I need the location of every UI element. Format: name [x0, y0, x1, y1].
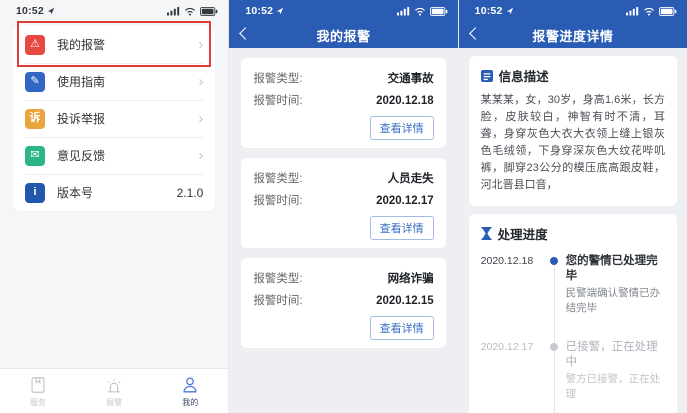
signal-icon — [625, 6, 639, 16]
menu-item-label: 使用指南 — [57, 75, 106, 89]
signal-icon — [396, 6, 410, 16]
tab-mine[interactable]: 我的 — [152, 369, 228, 413]
wifi-icon — [184, 7, 196, 16]
view-details-button[interactable]: 查看详情 — [369, 116, 434, 140]
app-header: 10:52 报警进度详情 — [458, 0, 687, 48]
status-time: 10:52 — [474, 5, 503, 17]
tab-label: 报警 — [106, 397, 123, 407]
tab-report[interactable]: 报警 — [76, 369, 152, 413]
screen-report-progress: 10:52 报警进度详情 信息描述 某某某，女，30岁，身高1.6米，长方脸，皮… — [457, 0, 687, 413]
info-description-panel: 信息描述 某某某，女，30岁，身高1.6米，长方脸，皮肤较白，神智有时不清，耳聋… — [468, 56, 677, 206]
report-type-value: 交通事故 — [387, 73, 434, 85]
report-time-value: 2020.12.17 — [376, 195, 434, 207]
menu-item-version: i 版本号 2.1.0 — [13, 174, 215, 211]
complaint-character-icon: 诉 — [25, 108, 45, 129]
timeline-title: 您的警情已处理完毕 — [565, 255, 658, 282]
menu-item-label: 版本号 — [57, 186, 94, 200]
menu-item-feedback[interactable]: ✉ 意见反馈 › — [13, 137, 215, 174]
timeline-entry: 2020.12.18 您的警情已处理完毕 民警端确认警情已办结完毕 — [481, 254, 665, 316]
status-bar: 10:52 — [0, 0, 228, 22]
screen-my-reports: 10:52 我的报警 报警类型: 交通事故 报警时间: 2020.12.18 查… — [228, 0, 458, 413]
report-type-label: 报警类型: — [253, 73, 303, 85]
alert-triangle-icon: ⚠ — [25, 34, 45, 55]
nav-bar: 我的报警 — [229, 22, 457, 48]
timeline-entry: 2020.12.17 已接警，正在处理中 警方已接警，正在处理 — [481, 340, 665, 402]
envelope-icon: ✉ — [25, 145, 45, 166]
timeline-date: 2020.12.18 — [480, 255, 534, 267]
page-title: 报警进度详情 — [532, 28, 614, 44]
page-title: 我的报警 — [316, 28, 371, 44]
menu-item-label: 我的报警 — [57, 38, 106, 52]
version-number: 2.1.0 — [176, 185, 204, 200]
timeline-date: 2020.12.17 — [480, 341, 534, 353]
menu-item-label: 意见反馈 — [57, 149, 106, 163]
report-card: 报警类型: 人员走失 报警时间: 2020.12.17 查看详情 — [241, 158, 446, 248]
report-time-label: 报警时间: — [253, 95, 303, 107]
chevron-right-icon: › — [198, 73, 204, 90]
person-icon — [180, 375, 200, 395]
battery-icon — [200, 6, 218, 16]
screen-profile-menu: 10:52 ⚠ 我的报警 › ✎ 使用指南 › 诉 投诉举报 › ✉ 意见反馈 … — [0, 0, 229, 413]
timeline-subtitle: 警方已接警，正在处理 — [565, 373, 661, 400]
wifi-icon — [414, 7, 426, 16]
battery-icon — [658, 6, 677, 16]
battery-icon — [429, 6, 448, 16]
profile-menu-card: ⚠ 我的报警 › ✎ 使用指南 › 诉 投诉举报 › ✉ 意见反馈 › i 版本 — [13, 26, 216, 211]
location-arrow-icon — [47, 7, 55, 15]
section-title: 信息描述 — [498, 70, 549, 84]
status-bar: 10:52 — [229, 0, 457, 22]
report-card: 报警类型: 网络诈骗 报警时间: 2020.12.15 查看详情 — [241, 258, 446, 348]
status-bar: 10:52 — [459, 0, 687, 22]
description-text: 某某某，女，30岁，身高1.6米，长方脸，皮肤较白，神智有时不清，耳聋，身穿灰色… — [480, 94, 665, 191]
tab-label: 我的 — [182, 397, 199, 407]
progress-panel: 处理进度 2020.12.18 您的警情已处理完毕 民警端确认警情已办结完毕 2… — [468, 214, 677, 413]
view-details-button[interactable]: 查看详情 — [369, 316, 434, 340]
section-title: 处理进度 — [497, 228, 548, 242]
three-screen-screenshot: 10:52 ⚠ 我的报警 › ✎ 使用指南 › 诉 投诉举报 › ✉ 意见反馈 … — [0, 0, 687, 413]
report-type-label: 报警类型: — [253, 273, 303, 285]
menu-item-my-reports[interactable]: ⚠ 我的报警 › — [13, 26, 215, 63]
chevron-right-icon: › — [198, 147, 204, 164]
timeline-dot — [550, 257, 559, 265]
progress-timeline: 2020.12.18 您的警情已处理完毕 民警端确认警情已办结完毕 2020.1… — [481, 250, 665, 413]
chevron-right-icon: › — [198, 36, 204, 53]
hourglass-icon — [481, 227, 492, 240]
location-arrow-icon — [276, 7, 284, 15]
status-time: 10:52 — [245, 5, 274, 17]
report-time-label: 报警时间: — [253, 195, 303, 207]
report-card: 报警类型: 交通事故 报警时间: 2020.12.18 查看详情 — [241, 58, 446, 148]
nav-bar: 报警进度详情 — [459, 22, 687, 48]
report-time-label: 报警时间: — [253, 295, 303, 307]
view-details-button[interactable]: 查看详情 — [369, 216, 434, 240]
back-chevron-icon[interactable] — [468, 27, 482, 40]
wifi-icon — [643, 7, 655, 16]
location-arrow-icon — [506, 7, 514, 15]
report-type-label: 报警类型: — [253, 173, 303, 185]
chevron-right-icon: › — [198, 110, 204, 127]
menu-item-label: 投诉举报 — [57, 112, 106, 126]
tab-services[interactable]: 服务 — [0, 369, 76, 413]
back-chevron-icon[interactable] — [239, 27, 253, 40]
report-time-value: 2020.12.15 — [376, 295, 434, 307]
signal-icon — [167, 6, 180, 16]
timeline-dot — [550, 343, 559, 351]
bottom-tab-bar: 服务 报警 我的 — [0, 368, 229, 413]
report-type-value: 人员走失 — [387, 173, 434, 185]
report-type-value: 网络诈骗 — [387, 273, 434, 285]
menu-item-user-guide[interactable]: ✎ 使用指南 › — [13, 63, 215, 100]
document-icon — [480, 69, 493, 82]
app-header: 10:52 我的报警 — [229, 0, 458, 48]
timeline-title: 已接警，正在处理中 — [565, 341, 658, 368]
alarm-siren-icon — [104, 375, 124, 395]
services-bookmark-icon — [28, 375, 48, 395]
report-time-value: 2020.12.18 — [376, 95, 434, 107]
guide-pencil-icon: ✎ — [25, 71, 45, 92]
info-icon: i — [25, 182, 45, 203]
status-time: 10:52 — [16, 5, 44, 17]
timeline-subtitle: 民警端确认警情已办结完毕 — [565, 287, 661, 314]
menu-item-complaints[interactable]: 诉 投诉举报 › — [13, 100, 215, 137]
tab-label: 服务 — [30, 397, 47, 407]
